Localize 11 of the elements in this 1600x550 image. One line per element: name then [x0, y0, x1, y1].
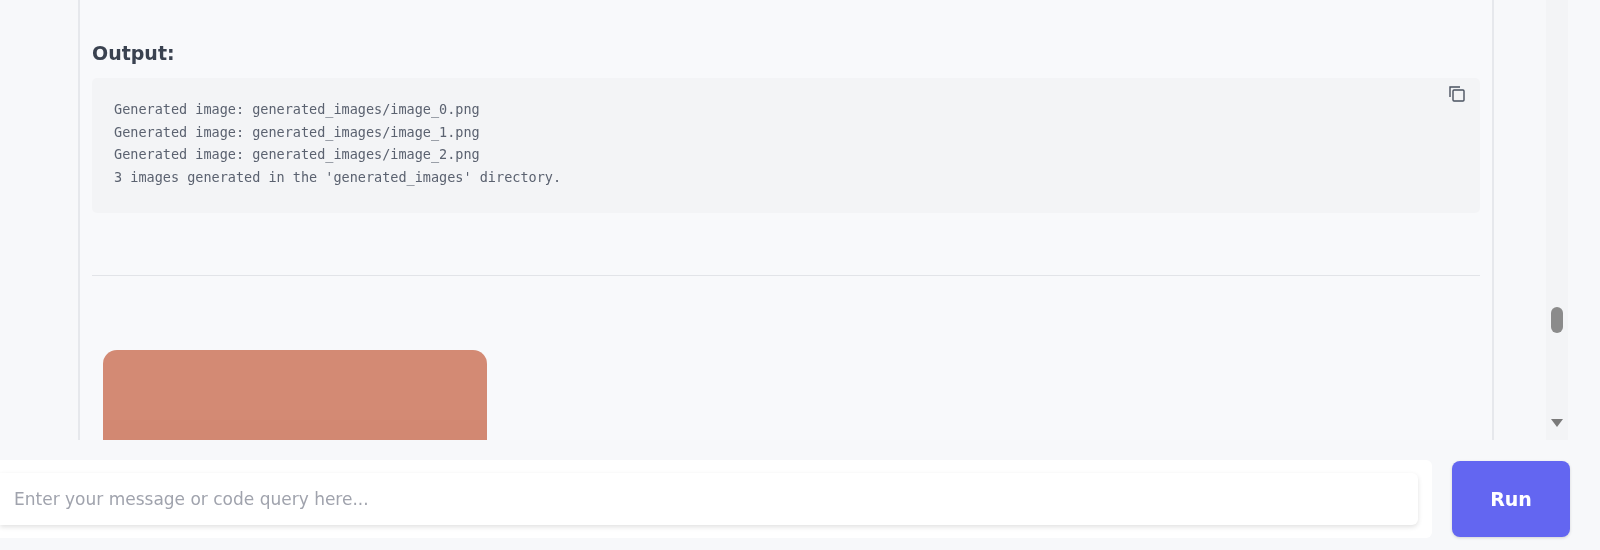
input-panel[interactable]: Enter your message or code query here... — [0, 460, 1432, 538]
copy-icon[interactable] — [1448, 85, 1466, 103]
output-heading: Output: — [92, 42, 176, 66]
scroll-down-icon[interactable] — [1550, 418, 1564, 428]
output-line: Generated image: generated_images/image_1.png — [114, 122, 481, 143]
output-line: 3 images generated in the 'generated_images' directory. — [114, 168, 563, 188]
run-button[interactable]: Run — [1452, 461, 1570, 537]
message-input[interactable]: Enter your message or code query here... — [0, 473, 1418, 525]
output-line: Generated image: generated_images/image_0.png — [114, 100, 481, 120]
scrollbar-thumb[interactable] — [1551, 307, 1563, 333]
output-line: Generated image: generated_images/image_2.png — [114, 145, 481, 165]
